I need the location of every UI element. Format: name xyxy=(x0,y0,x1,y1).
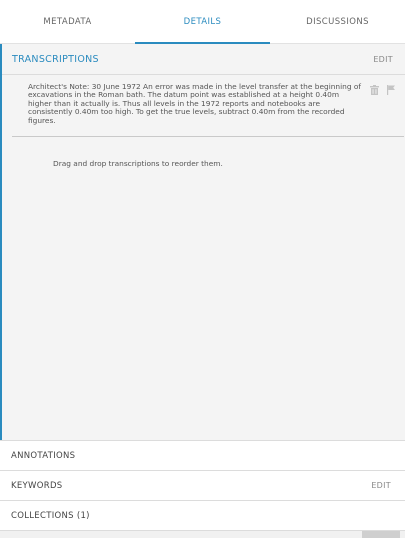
tab-metadata[interactable]: METADATA xyxy=(0,0,135,43)
collections-title: COLLECTIONS (1) xyxy=(11,510,90,521)
transcriptions-edit-link[interactable]: EDIT xyxy=(373,55,393,64)
tab-discussions[interactable]: DISCUSSIONS xyxy=(270,0,405,43)
keywords-title: KEYWORDS xyxy=(11,480,63,491)
collections-section[interactable]: COLLECTIONS (1) xyxy=(0,500,405,530)
transcription-item[interactable]: Architect's Note: 30 June 1972 An error … xyxy=(12,75,404,138)
transcriptions-header: TRANSCRIPTIONS EDIT xyxy=(2,44,405,75)
annotations-title: ANNOTATIONS xyxy=(11,450,76,461)
trash-icon[interactable] xyxy=(370,85,379,95)
tab-bar: METADATA DETAILS DISCUSSIONS xyxy=(0,0,405,44)
scrollbar-thumb[interactable] xyxy=(362,531,400,538)
transcription-text: Architect's Note: 30 June 1972 An error … xyxy=(28,82,362,125)
horizontal-scrollbar[interactable] xyxy=(0,530,405,538)
keywords-edit-link[interactable]: EDIT xyxy=(371,481,391,490)
annotations-section[interactable]: ANNOTATIONS xyxy=(0,440,405,470)
tab-details[interactable]: DETAILS xyxy=(135,0,270,44)
keywords-section[interactable]: KEYWORDS EDIT xyxy=(0,470,405,500)
transcriptions-panel: TRANSCRIPTIONS EDIT Architect's Note: 30… xyxy=(0,44,405,440)
flag-icon[interactable] xyxy=(387,85,395,95)
reorder-hint: Drag and drop transcriptions to reorder … xyxy=(53,159,223,169)
transcription-actions xyxy=(370,85,395,95)
transcriptions-title[interactable]: TRANSCRIPTIONS xyxy=(12,54,99,65)
